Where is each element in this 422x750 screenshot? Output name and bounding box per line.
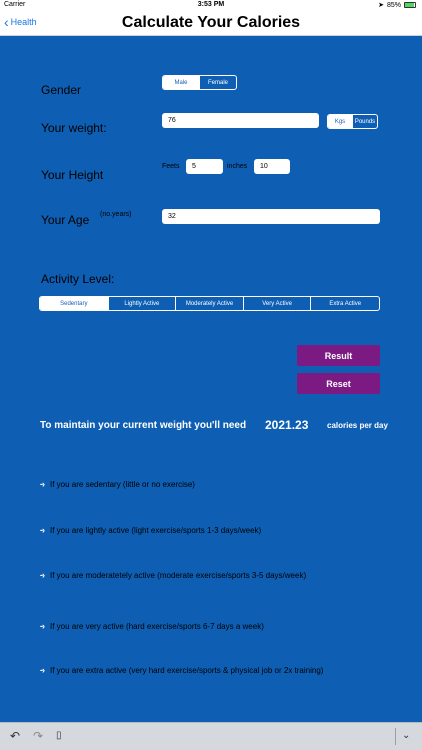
arrow-right-icon: -›: [40, 479, 45, 489]
activity-segmented: Sedentary Lightly Active Moderately Acti…: [39, 296, 380, 311]
status-bar: Carrier 3:53 PM ➤ 85%: [0, 0, 422, 11]
calories-unit: calories per day: [327, 421, 388, 430]
location-icon: ➤: [378, 2, 384, 9]
feet-label: Feets: [162, 163, 180, 170]
list-item: -› If you are moderatetely active (moder…: [40, 570, 306, 580]
arrow-right-icon: -›: [40, 570, 45, 580]
result-button[interactable]: Result: [297, 345, 380, 366]
list-item: -› If you are very active (hard exercise…: [40, 621, 264, 631]
arrow-right-icon: -›: [40, 665, 45, 675]
calories-value: 2021.23: [265, 418, 309, 432]
arrow-right-icon: -›: [40, 525, 45, 535]
list-item: -› If you are sedentary (little or no ex…: [40, 479, 195, 489]
activity-moderately-active-segment[interactable]: Moderately Active: [175, 297, 243, 310]
gender-segmented: Male Female: [162, 75, 237, 90]
activity-lightly-active-segment[interactable]: Lightly Active: [107, 297, 176, 310]
navigation-bar: ‹ Health Calculate Your Calories: [0, 11, 422, 36]
activity-very-active-segment[interactable]: Very Active: [242, 297, 311, 310]
clipboard-icon[interactable]: ▯: [56, 730, 62, 741]
age-input[interactable]: 32: [162, 209, 380, 224]
level-moderately-active-text: If you are moderatetely active (moderate…: [50, 570, 307, 580]
age-hint: (no.years): [100, 211, 132, 218]
arrow-right-icon: -›: [40, 621, 45, 631]
page-title: Calculate Your Calories: [121, 14, 301, 31]
redo-icon[interactable]: ↷: [33, 729, 43, 743]
level-lightly-active-text: If you are lightly active (light exercis…: [50, 525, 262, 535]
status-right: ➤ 85%: [378, 1, 416, 9]
reset-button[interactable]: Reset: [297, 373, 380, 394]
gender-male-segment[interactable]: Male: [163, 76, 199, 89]
weight-label: Your weight:: [41, 121, 107, 135]
status-time: 3:53 PM: [197, 1, 225, 8]
weight-unit-segmented: Kgs Pounds: [327, 114, 378, 129]
unit-kgs-segment[interactable]: Kgs: [328, 115, 352, 128]
battery-icon: [404, 2, 416, 8]
age-label: Your Age: [41, 213, 90, 227]
list-item: -› If you are extra active (very hard ex…: [40, 665, 323, 675]
level-very-active-text: If you are very active (hard exercise/sp…: [50, 621, 264, 631]
keyboard-toolbar: ↶ ↷ ▯ ⌄: [0, 722, 422, 750]
activity-label: Activity Level:: [41, 272, 115, 286]
chevron-down-icon[interactable]: ⌄: [402, 730, 410, 741]
inches-input[interactable]: 10: [254, 159, 290, 174]
toolbar-divider: [395, 728, 396, 745]
inches-label: inches: [227, 163, 248, 170]
activity-sedentary-segment[interactable]: Sedentary: [40, 297, 108, 310]
feet-input[interactable]: 5: [186, 159, 223, 174]
activity-extra-active-segment[interactable]: Extra Active: [310, 297, 379, 310]
undo-icon[interactable]: ↶: [10, 729, 20, 743]
gender-label: Gender: [41, 83, 82, 97]
height-label: Your Height: [41, 168, 104, 182]
list-item: -› If you are lightly active (light exer…: [40, 525, 261, 535]
unit-pounds-segment[interactable]: Pounds: [352, 115, 377, 128]
gender-female-segment[interactable]: Female: [199, 76, 236, 89]
level-sedentary-text: If you are sedentary (little or no exerc…: [50, 479, 195, 489]
level-extra-active-text: If you are extra active (very hard exerc…: [50, 665, 324, 675]
battery-percent: 85%: [386, 1, 401, 9]
maintain-weight-text: To maintain your current weight you'll n…: [40, 420, 247, 431]
weight-input[interactable]: 76: [162, 113, 319, 128]
